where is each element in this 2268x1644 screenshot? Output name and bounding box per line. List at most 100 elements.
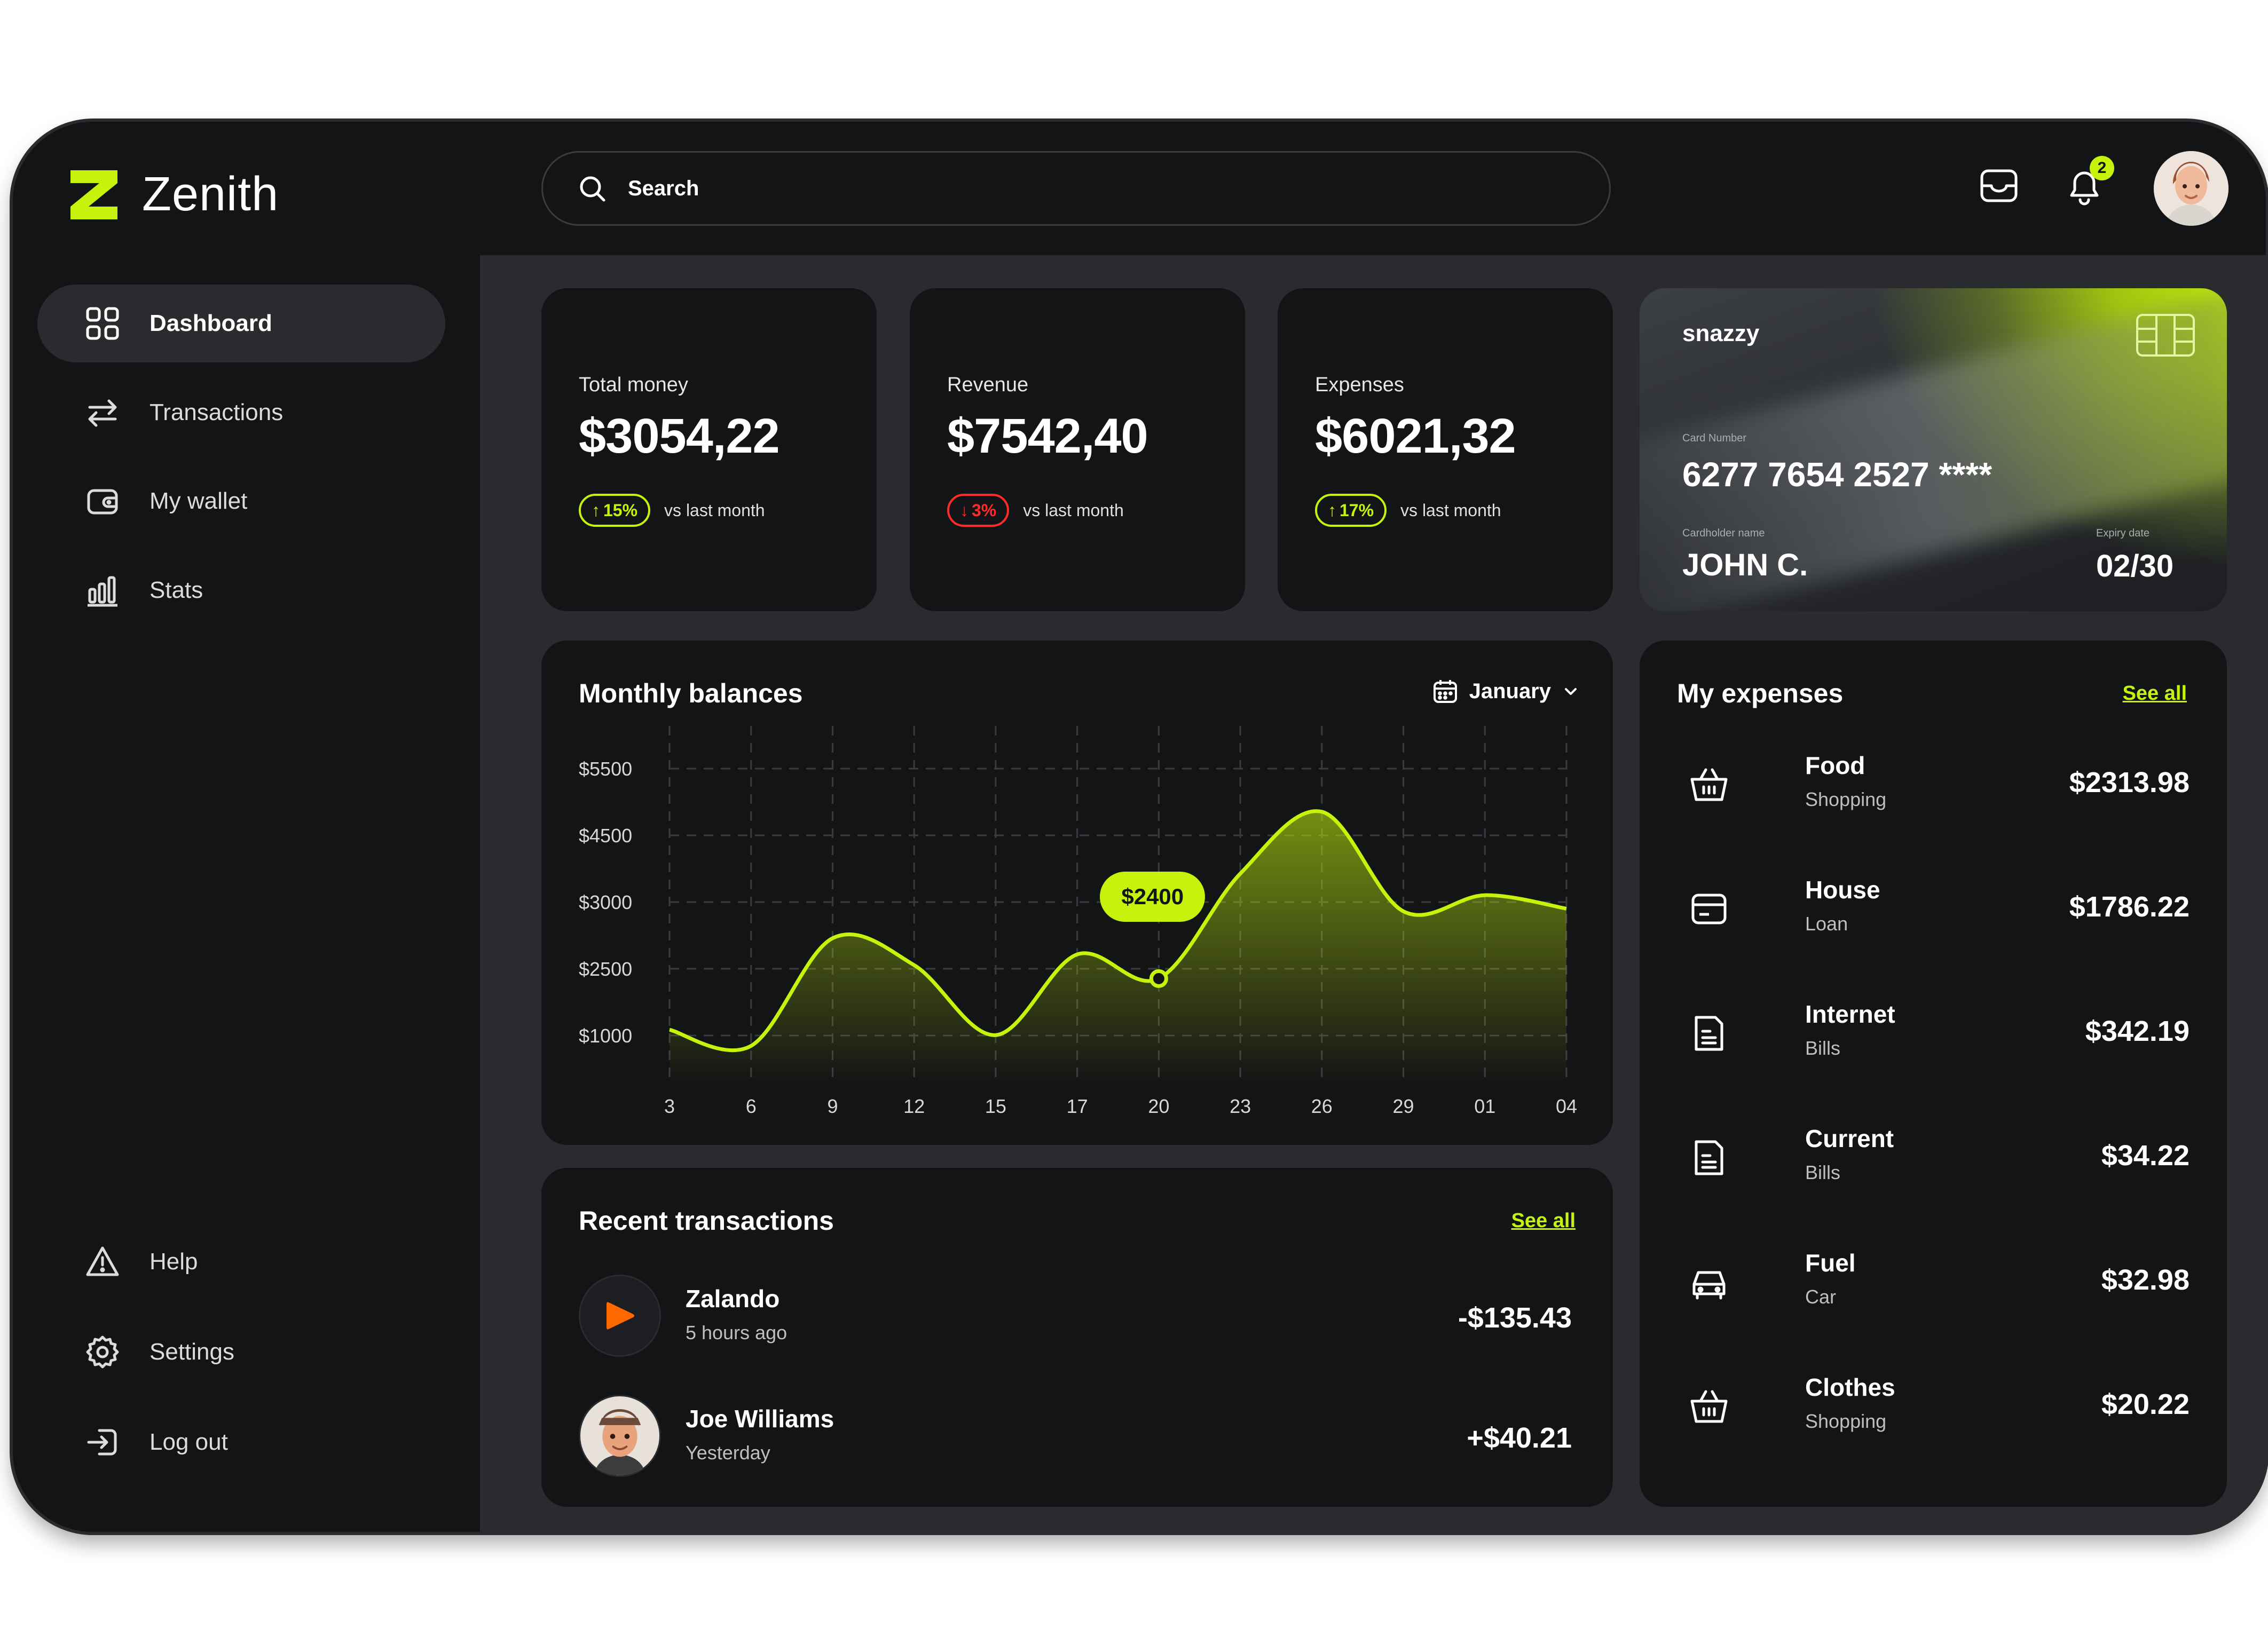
expense-amount: $1786.22 [2069, 891, 2190, 923]
transaction-name: Joe Williams [686, 1405, 834, 1433]
highlight-point[interactable] [1149, 969, 1168, 988]
x-tick-label: 23 [1230, 1095, 1251, 1117]
logout-icon [85, 1425, 120, 1459]
x-tick-label: 17 [1067, 1095, 1088, 1117]
expense-row[interactable]: House Loan $1786.22 [1677, 869, 2190, 949]
expense-row[interactable]: Clothes Shopping $20.22 [1677, 1366, 2190, 1447]
see-all-expenses-link[interactable]: See all [2123, 682, 2187, 705]
x-tick-label: 15 [985, 1095, 1006, 1117]
change-value: 15% [603, 500, 638, 520]
y-tick-label: $5500 [579, 758, 632, 780]
y-tick-label: $1000 [579, 1025, 632, 1047]
expense-category: Loan [1805, 913, 1848, 935]
card-holder-label: Cardholder name [1682, 527, 1765, 539]
bar-chart-icon [85, 573, 120, 607]
inbox-icon[interactable] [1978, 164, 2020, 207]
search-icon [580, 176, 605, 202]
sidebar-item-my-wallet[interactable]: My wallet [37, 462, 445, 540]
sidebar-item-transactions[interactable]: Transactions [37, 374, 445, 452]
stat-label: Expenses [1315, 374, 1404, 396]
balance-area [670, 811, 1566, 1084]
chart-tooltip: $2400 [1100, 872, 1206, 922]
credit-card[interactable]: snazzy Card Number 6277 7654 2527 **** C… [1640, 288, 2227, 611]
transaction-time: Yesterday [686, 1442, 770, 1464]
expense-amount: $342.19 [2085, 1015, 2190, 1047]
see-all-transactions-link[interactable]: See all [1511, 1210, 1576, 1232]
card-number: 6277 7654 2527 **** [1682, 455, 1993, 494]
recent-transactions-card: Recent transactions See all Zalando 5 ho… [541, 1168, 1613, 1507]
expense-category: Bills [1805, 1161, 1841, 1183]
stat-change: ↑ 15% vs last month [579, 494, 765, 527]
change-note: vs last month [664, 500, 765, 520]
expense-amount: $20.22 [2101, 1388, 2190, 1420]
expense-row[interactable]: Fuel Car $32.98 [1677, 1242, 2190, 1322]
expense-row[interactable]: Current Bills $34.22 [1677, 1118, 2190, 1198]
expense-name: Fuel [1805, 1249, 1856, 1277]
x-tick-label: 26 [1311, 1095, 1333, 1117]
x-tick-label: 12 [903, 1095, 925, 1117]
transaction-row[interactable]: Zalando 5 hours ago -$135.43 [579, 1275, 1572, 1360]
change-note: vs last month [1400, 500, 1501, 520]
x-tick-label: 20 [1148, 1095, 1169, 1117]
stat-value: $7542,40 [947, 409, 1148, 463]
stat-card-revenue: Revenue $7542,40 ↓ 3% vs last month [910, 288, 1245, 611]
stat-label: Total money [579, 374, 688, 396]
card-chip-icon [2136, 314, 2195, 357]
stat-value: $3054,22 [579, 409, 780, 463]
sidebar-item-log-out[interactable]: Log out [37, 1403, 445, 1481]
search-input[interactable] [628, 176, 1482, 201]
arrow-up-icon: ↑ [1328, 500, 1336, 520]
sidebar-item-dashboard[interactable]: Dashboard [37, 284, 445, 362]
y-tick-label: $4500 [579, 825, 632, 847]
basket-icon [1688, 1385, 1730, 1428]
sidebar-item-stats[interactable]: Stats [37, 551, 445, 629]
my-expenses-card: My expenses See all Food Shopping $2313.98… [1640, 641, 2227, 1507]
x-tick-label: 9 [827, 1095, 838, 1117]
expense-name: Internet [1805, 1000, 1895, 1028]
y-tick-label: $3000 [579, 891, 632, 913]
x-tick-label: 6 [746, 1095, 757, 1117]
sidebar-item-label: Transactions [149, 399, 284, 425]
person-illustration [594, 1409, 645, 1475]
sidebar-item-label: Log out [149, 1429, 228, 1455]
change-value: 17% [1340, 500, 1374, 520]
stat-card-expenses: Expenses $6021,32 ↑ 17% vs last month [1278, 288, 1613, 611]
bill-icon [1688, 1136, 1730, 1179]
expense-name: Clothes [1805, 1373, 1895, 1401]
app-window: Zenith Dashboard Transactions My wallet … [13, 122, 2266, 1532]
arrow-up-icon: ↑ [592, 500, 600, 520]
transfer-arrows-icon [85, 396, 120, 430]
expense-category: Car [1805, 1286, 1837, 1308]
user-avatar[interactable] [2154, 151, 2228, 226]
expense-amount: $34.22 [2101, 1140, 2190, 1172]
sidebar: Zenith Dashboard Transactions My wallet … [13, 122, 480, 1532]
brand[interactable]: Zenith [70, 167, 279, 222]
sidebar-item-label: Help [149, 1248, 198, 1275]
stat-card-total-money: Total money $3054,22 ↑ 15% vs last month [541, 288, 877, 611]
sidebar-item-help[interactable]: Help [37, 1223, 445, 1301]
card-brand: snazzy [1682, 320, 1760, 346]
dashboard-grid-icon [85, 306, 120, 341]
sidebar-item-label: Dashboard [149, 310, 272, 336]
warning-triangle-icon [85, 1245, 120, 1279]
expense-row[interactable]: Food Shopping $2313.98 [1677, 745, 2190, 825]
card-expiry: 02/30 [2096, 549, 2174, 583]
card-number-label: Card Number [1682, 432, 1747, 444]
notification-button[interactable]: 2 [2063, 156, 2114, 207]
expense-name: Current [1805, 1125, 1894, 1152]
sidebar-item-settings[interactable]: Settings [37, 1313, 445, 1391]
transaction-time: 5 hours ago [686, 1322, 788, 1343]
expense-category: Shopping [1805, 1410, 1887, 1432]
expense-row[interactable]: Internet Bills $342.19 [1677, 993, 2190, 1073]
expense-category: Bills [1805, 1037, 1841, 1059]
card-title: Recent transactions [579, 1206, 834, 1236]
transaction-row[interactable]: Joe Williams Yesterday +$40.21 [579, 1395, 1572, 1480]
zenith-logo-icon [70, 170, 117, 219]
search-bar[interactable] [541, 151, 1611, 226]
x-tick-label: 3 [664, 1095, 675, 1117]
arrow-down-icon: ↓ [960, 500, 968, 520]
stat-change: ↓ 3% vs last month [947, 494, 1124, 527]
avatar-illustration [2154, 151, 2228, 226]
change-pill-up: ↑ 15% [579, 494, 651, 527]
transaction-name: Zalando [686, 1285, 780, 1313]
